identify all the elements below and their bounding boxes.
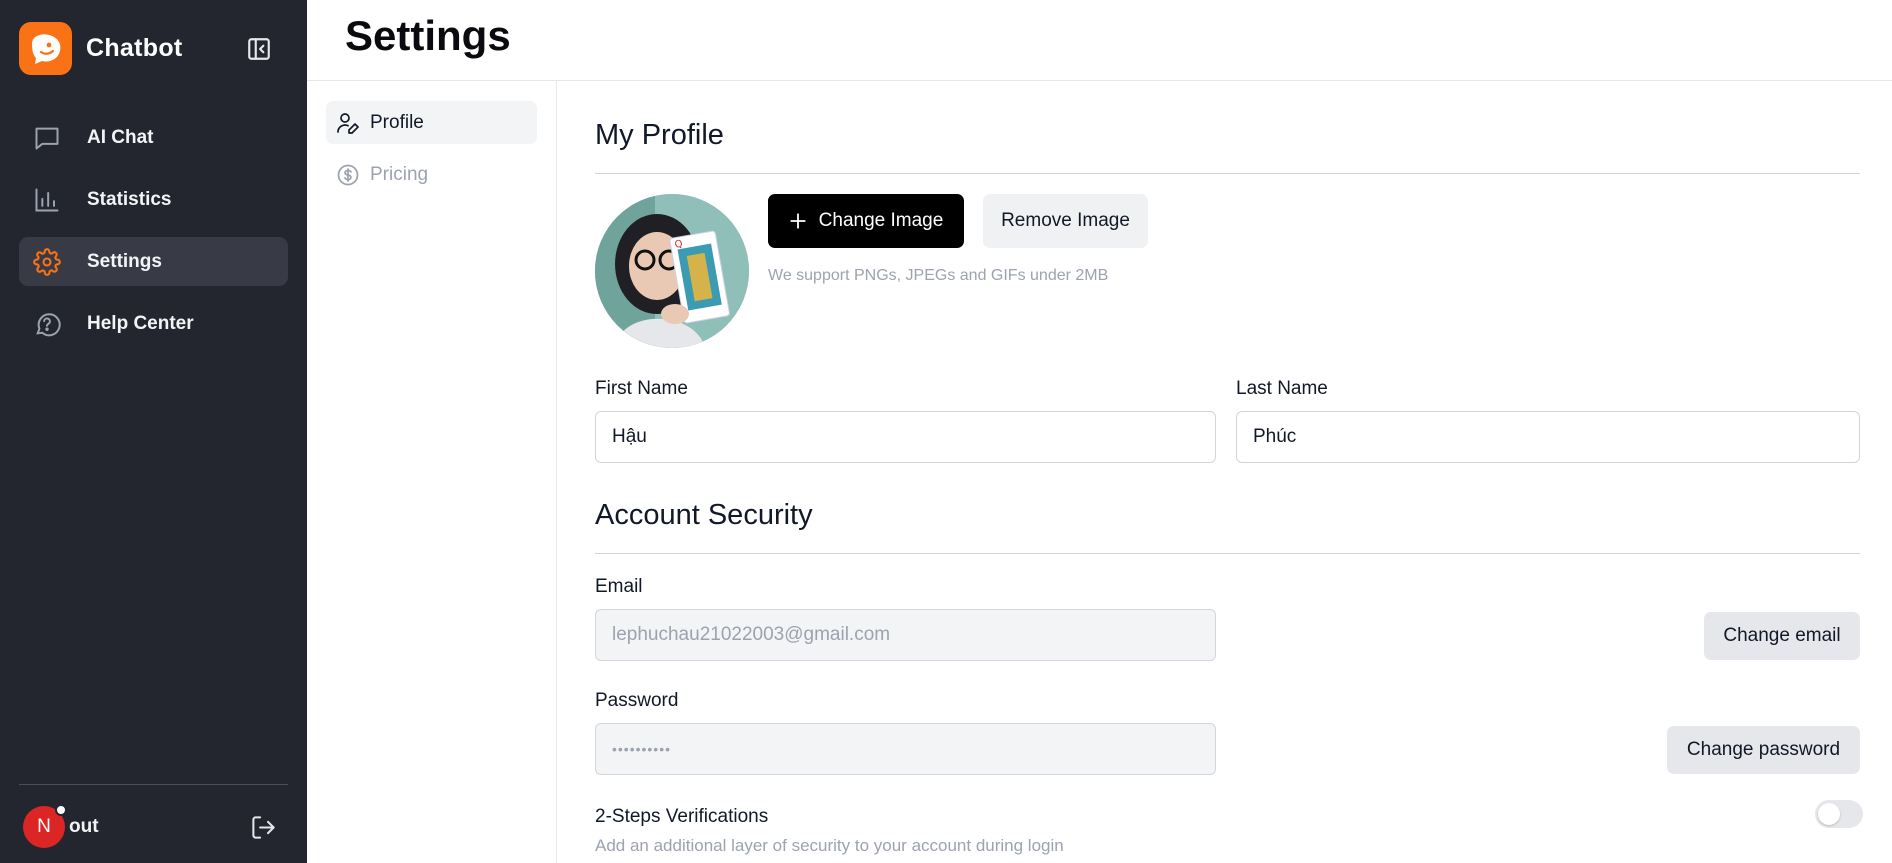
nav-label: Settings	[87, 250, 162, 272]
page-header: Settings	[307, 0, 1892, 81]
two-step-hint: Add an additional layer of security to y…	[595, 836, 1064, 855]
change-image-button[interactable]: Change Image	[768, 194, 964, 248]
password-field: ••••••••••	[595, 723, 1216, 775]
two-step-toggle[interactable]	[1815, 800, 1863, 828]
section-divider	[595, 553, 1860, 554]
settings-subnav: Profile Pricing	[307, 81, 557, 863]
panel-left-close-icon	[248, 38, 270, 60]
avatar-initial: N	[37, 816, 51, 837]
nav-item-help-center[interactable]: Help Center	[19, 299, 288, 348]
status-dot	[55, 804, 67, 816]
help-circle-icon	[32, 309, 62, 339]
gear-icon	[32, 247, 62, 277]
change-email-label: Change email	[1723, 625, 1841, 646]
my-profile-title: My Profile	[595, 119, 724, 151]
main-nav: AI Chat Statistics Settings Help Center	[19, 113, 288, 361]
page-title: Settings	[345, 12, 511, 59]
sidebar-divider	[19, 784, 288, 785]
first-name-input[interactable]: Hậu	[595, 411, 1216, 463]
image-upload-hint: We support PNGs, JPEGs and GIFs under 2M…	[768, 267, 1109, 284]
app-sidebar: Chatbot AI Chat Statistics Settings Help…	[0, 0, 307, 863]
plus-icon	[790, 213, 806, 229]
change-image-label: Change Image	[818, 210, 944, 231]
toggle-knob	[1818, 803, 1840, 825]
two-step-label: 2-Steps Verifications	[595, 806, 769, 827]
email-field: lephuchau21022003@gmail.com	[595, 609, 1216, 661]
nav-label: Statistics	[87, 188, 172, 210]
nav-item-ai-chat[interactable]: AI Chat	[19, 113, 288, 162]
remove-image-button[interactable]: Remove Image	[983, 194, 1148, 248]
last-name-input[interactable]: Phúc	[1236, 411, 1860, 463]
subnav-item-profile[interactable]: Profile	[326, 101, 537, 144]
user-name: out	[69, 816, 99, 837]
logout-icon	[251, 815, 275, 839]
subnav-item-pricing[interactable]: Pricing	[326, 153, 537, 196]
nav-item-settings[interactable]: Settings	[19, 237, 288, 286]
bar-chart-icon	[32, 185, 62, 215]
nav-item-statistics[interactable]: Statistics	[19, 175, 288, 224]
nav-label: Help Center	[87, 312, 194, 334]
email-label: Email	[595, 576, 643, 597]
collapse-sidebar-button[interactable]	[244, 34, 274, 64]
password-label: Password	[595, 690, 679, 711]
section-divider	[595, 173, 1860, 174]
user-row: N out	[23, 804, 288, 848]
dollar-circle-icon	[337, 164, 359, 185]
change-email-button[interactable]: Change email	[1704, 612, 1860, 660]
nav-label: AI Chat	[87, 126, 154, 148]
change-password-button[interactable]: Change password	[1667, 726, 1860, 774]
chat-bubble-icon	[32, 123, 62, 153]
brand-name: Chatbot	[86, 34, 183, 62]
logout-button[interactable]	[248, 812, 278, 842]
change-password-label: Change password	[1686, 739, 1841, 760]
brand[interactable]: Chatbot	[19, 22, 183, 75]
subnav-label: Pricing	[370, 163, 429, 185]
last-name-label: Last Name	[1236, 378, 1328, 399]
profile-image: Q	[595, 194, 749, 348]
user-pen-icon	[337, 112, 359, 134]
remove-image-label: Remove Image	[1001, 210, 1130, 231]
chatbot-logo-icon	[19, 22, 72, 75]
account-security-title: Account Security	[595, 499, 813, 531]
subnav-label: Profile	[370, 111, 424, 133]
first-name-label: First Name	[595, 378, 688, 399]
avatar[interactable]: N	[23, 804, 67, 848]
